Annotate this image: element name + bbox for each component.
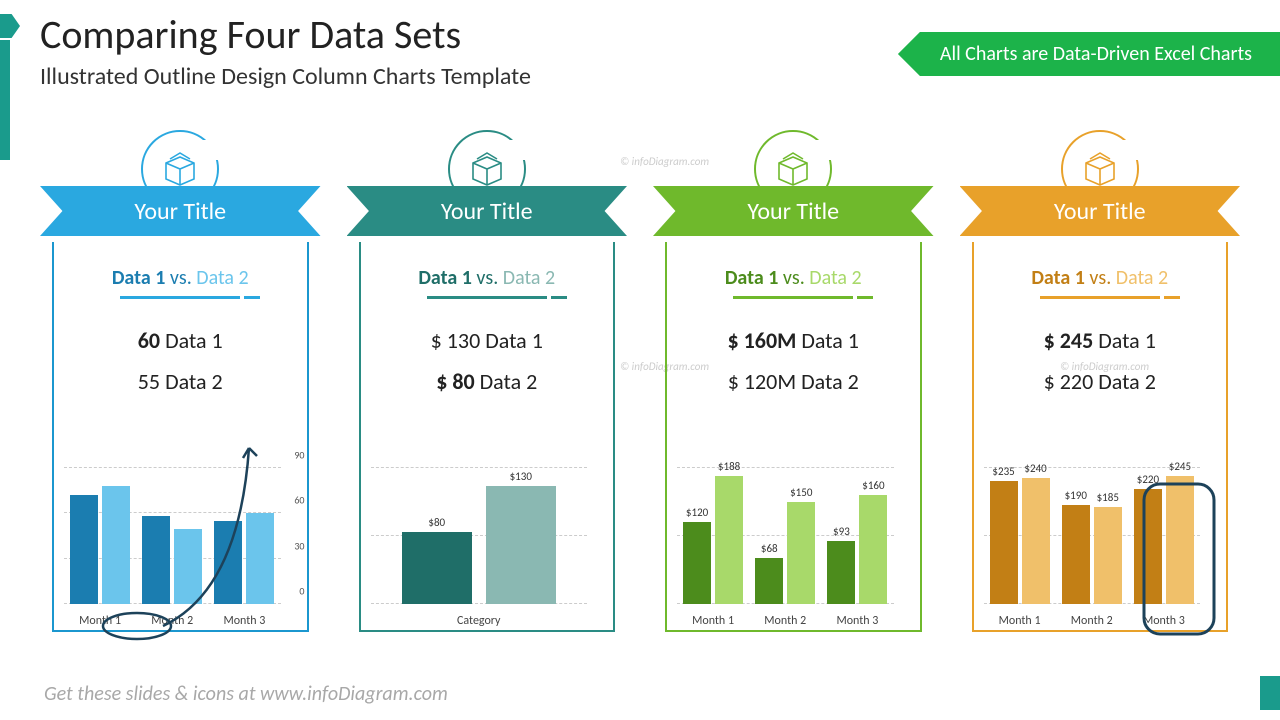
metric-1: 60 Data 1	[54, 327, 307, 354]
metric-1: $ 245 Data 1	[974, 327, 1227, 354]
vs-label: Data 1 vs. Data 2	[667, 266, 920, 290]
card-ribbon: Your Title	[347, 186, 628, 236]
metric-2: $ 220 Data 2	[974, 368, 1227, 395]
chart-1: 0 30 60 90 Month 1Month 2Month 3	[52, 462, 309, 632]
plot-area: $80 $130	[371, 468, 588, 604]
cards-row: Your Title Data 1 vs. Data 2 60 Data 1 5…	[40, 130, 1240, 660]
metric-1: $ 160M Data 1	[667, 327, 920, 354]
x-axis: Category	[371, 614, 588, 628]
vs-label: Data 1 vs. Data 2	[361, 266, 614, 290]
card-panel: Data 1 vs. Data 2 60 Data 1 55 Data 2 0 …	[52, 242, 309, 632]
vs-label: Data 1 vs. Data 2	[54, 266, 307, 290]
page-title: Comparing Four Data Sets	[40, 10, 461, 59]
chart-3: $120$188 $68$150 $93$160 Month 1Month 2M…	[665, 462, 922, 632]
decoration	[0, 14, 20, 38]
card-4: Your Title Data 1 vs. Data 2 $ 245 Data …	[960, 130, 1241, 660]
chart-4: $235$240 $190$185 $220$245 Month 1Month …	[972, 462, 1229, 632]
highlight-circle-icon	[1140, 478, 1220, 638]
footer-text: Get these slides & icons at www.infoDiag…	[44, 682, 448, 706]
card-ribbon: Your Title	[960, 186, 1241, 236]
decoration	[0, 40, 10, 160]
metric-2: $ 120M Data 2	[667, 368, 920, 395]
card-2: Your Title Data 1 vs. Data 2 $ 130 Data …	[347, 130, 628, 660]
card-ribbon: Your Title	[653, 186, 934, 236]
card-panel: Data 1 vs. Data 2 $ 245 Data 1 $ 220 Dat…	[972, 242, 1229, 632]
metric-2: 55 Data 2	[54, 368, 307, 395]
slide: Comparing Four Data Sets Illustrated Out…	[0, 0, 1280, 720]
card-title: Your Title	[134, 197, 226, 226]
metric-1: $ 130 Data 1	[361, 327, 614, 354]
card-3: Your Title Data 1 vs. Data 2 $ 160M Data…	[653, 130, 934, 660]
card-title: Your Title	[441, 197, 533, 226]
chart-2: $80 $130 Category	[359, 462, 616, 632]
card-title: Your Title	[747, 197, 839, 226]
page-subtitle: Illustrated Outline Design Column Charts…	[40, 62, 531, 91]
divider	[733, 296, 853, 299]
x-axis: Month 1Month 2Month 3	[677, 614, 894, 628]
annotation-arrow-icon	[119, 430, 279, 630]
divider	[120, 296, 240, 299]
decoration	[1260, 676, 1280, 710]
card-1: Your Title Data 1 vs. Data 2 60 Data 1 5…	[40, 130, 321, 660]
plot-area: $120$188 $68$150 $93$160	[677, 468, 894, 604]
divider	[427, 296, 547, 299]
vs-label: Data 1 vs. Data 2	[974, 266, 1227, 290]
card-title: Your Title	[1054, 197, 1146, 226]
card-panel: Data 1 vs. Data 2 $ 160M Data 1 $ 120M D…	[665, 242, 922, 632]
card-ribbon: Your Title	[40, 186, 321, 236]
divider	[1040, 296, 1160, 299]
card-panel: Data 1 vs. Data 2 $ 130 Data 1 $ 80 Data…	[359, 242, 616, 632]
info-ribbon: All Charts are Data-Driven Excel Charts	[898, 32, 1280, 76]
metric-2: $ 80 Data 2	[361, 368, 614, 395]
